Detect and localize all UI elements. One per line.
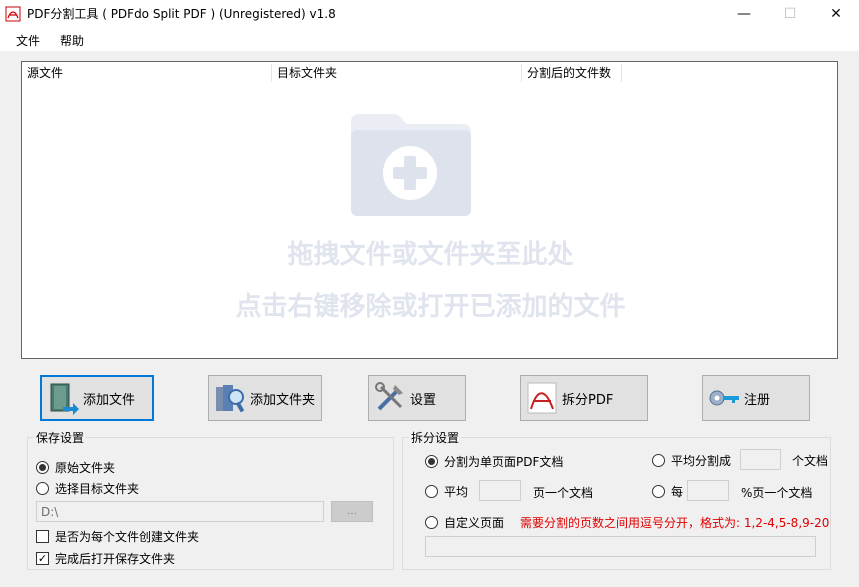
radio-indicator xyxy=(652,454,665,467)
split-settings-title: 拆分设置 xyxy=(409,429,462,446)
pages-per-doc-input[interactable] xyxy=(479,480,521,501)
checkbox-create-folder-each[interactable]: 是否为每个文件创建文件夹 xyxy=(36,528,199,545)
radio-every-label: 每 xyxy=(671,485,684,499)
radio-custom-pages[interactable]: 自定义页面 xyxy=(425,514,504,531)
add-folder-button[interactable]: 添加文件夹 xyxy=(208,375,322,421)
radio-original-folder-label: 原始文件夹 xyxy=(55,461,116,475)
close-icon: ✕ xyxy=(830,5,842,22)
radio-average-split-label: 平均分割成 xyxy=(671,454,732,468)
average-split-count-input[interactable] xyxy=(740,449,781,470)
save-settings-title: 保存设置 xyxy=(34,429,87,446)
key-icon xyxy=(709,390,739,406)
percent-pages-input[interactable] xyxy=(687,480,729,501)
register-button[interactable]: 注册 xyxy=(702,375,810,421)
file-list[interactable]: 源文件 目标文件夹 分割后的文件数 拖拽文件或文件夹至此处 点击右键移除或打开已… xyxy=(21,61,838,359)
split-pdf-label: 拆分PDF xyxy=(562,392,614,408)
custom-pages-hint: 需要分割的页数之间用逗号分开，格式为: 1,2-4,5-8,9-20 xyxy=(520,516,830,530)
checkbox-open-after-done[interactable]: ✓ 完成后打开保存文件夹 xyxy=(36,550,175,567)
radio-indicator xyxy=(652,485,665,498)
drop-hint-line2: 点击右键移除或打开已添加的文件 xyxy=(235,292,626,322)
register-label: 注册 xyxy=(744,392,771,408)
radio-average[interactable]: 平均 xyxy=(425,483,468,500)
create-folder-each-label: 是否为每个文件创建文件夹 xyxy=(55,530,200,544)
menu-help[interactable]: 帮助 xyxy=(60,32,84,49)
radio-every[interactable]: 每 xyxy=(652,483,683,500)
radio-indicator xyxy=(425,485,438,498)
radio-single-page-label: 分割为单页面PDF文档 xyxy=(444,455,564,469)
radio-indicator xyxy=(36,461,49,474)
add-file-button[interactable]: 添加文件 xyxy=(40,375,154,421)
minimize-button[interactable]: — xyxy=(721,0,767,27)
radio-target-folder[interactable]: 选择目标文件夹 xyxy=(36,480,139,497)
minimize-icon: — xyxy=(737,5,751,22)
checkmark-icon: ✓ xyxy=(36,552,49,565)
settings-label: 设置 xyxy=(410,392,437,408)
radio-target-folder-label: 选择目标文件夹 xyxy=(55,482,140,496)
radio-custom-pages-label: 自定义页面 xyxy=(444,516,505,530)
title-bar: PDF分割工具 ( PDFdo Split PDF ) (Unregistere… xyxy=(0,0,859,27)
menu-bar: 文件 帮助 xyxy=(0,27,859,51)
add-file-icon xyxy=(50,383,79,415)
open-after-done-label: 完成后打开保存文件夹 xyxy=(55,552,176,566)
menu-file[interactable]: 文件 xyxy=(16,32,40,49)
column-source-file[interactable]: 源文件 xyxy=(22,64,272,82)
unit-documents-label: 个文档 xyxy=(792,454,829,468)
browse-button[interactable]: ... xyxy=(331,501,373,522)
pdf-app-icon xyxy=(5,6,21,22)
drop-hint-line1: 拖拽文件或文件夹至此处 xyxy=(287,240,574,270)
maximize-button[interactable]: ☐ xyxy=(767,0,813,27)
unit-percent-pages-label: %页一个文档 xyxy=(741,486,813,500)
maximize-icon: ☐ xyxy=(783,5,797,22)
tools-icon xyxy=(375,382,403,411)
custom-pages-input[interactable] xyxy=(425,536,816,557)
column-target-folder[interactable]: 目标文件夹 xyxy=(272,64,522,82)
window-title: PDF分割工具 ( PDFdo Split PDF ) (Unregistere… xyxy=(27,7,336,21)
radio-indicator xyxy=(425,516,438,529)
add-folder-label: 添加文件夹 xyxy=(250,392,316,408)
radio-original-folder[interactable]: 原始文件夹 xyxy=(36,459,115,476)
add-file-label: 添加文件 xyxy=(83,392,136,408)
radio-indicator xyxy=(425,455,438,468)
radio-average-label: 平均 xyxy=(444,485,469,499)
column-split-count[interactable]: 分割后的文件数 xyxy=(522,64,622,82)
close-button[interactable]: ✕ xyxy=(813,0,859,27)
target-path-input[interactable]: D:\ xyxy=(36,501,324,522)
add-folder-watermark-icon xyxy=(351,114,471,216)
settings-button[interactable]: 设置 xyxy=(368,375,466,421)
checkbox-indicator xyxy=(36,530,49,543)
unit-pages-per-doc-label: 页一个文档 xyxy=(533,486,594,500)
radio-average-split[interactable]: 平均分割成 xyxy=(652,452,731,469)
radio-indicator xyxy=(36,482,49,495)
add-folder-icon xyxy=(216,385,245,413)
pdf-split-icon xyxy=(527,382,557,414)
radio-single-page[interactable]: 分割为单页面PDF文档 xyxy=(425,453,563,470)
split-pdf-button[interactable]: 拆分PDF xyxy=(520,375,648,421)
